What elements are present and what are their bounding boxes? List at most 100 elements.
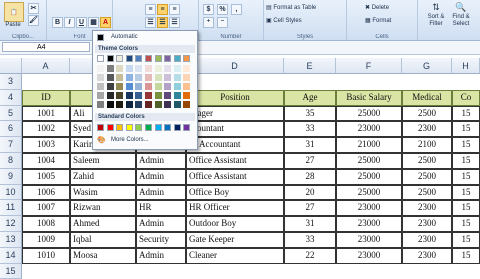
theme-shade-swatch[interactable] [173,65,181,72]
table-cell[interactable]: anager [186,105,284,122]
header-cell[interactable]: Age [284,89,336,106]
theme-shade-swatch[interactable] [154,101,162,108]
theme-shade-swatch[interactable] [164,65,172,72]
theme-color-swatch[interactable] [116,55,124,62]
table-cell[interactable]: 35 [284,105,336,122]
table-cell[interactable]: 33 [284,121,336,138]
column-header-A[interactable]: A [22,58,70,74]
standard-color-swatch[interactable] [164,124,172,131]
table-cell[interactable]: 2500 [402,105,452,122]
theme-color-swatch[interactable] [97,55,104,62]
row-header-10[interactable]: 10 [0,184,22,201]
theme-shade-swatch[interactable] [183,83,191,90]
table-cell[interactable]: 1004 [22,153,70,169]
table-cell[interactable]: Admin [136,153,186,169]
theme-shade-swatch[interactable] [106,65,114,72]
theme-shade-swatch[interactable] [173,92,181,99]
standard-color-swatch[interactable] [116,124,124,131]
table-cell[interactable]: ccountant [186,121,284,138]
align-left-icon[interactable]: ☰ [145,17,156,28]
find-select-label2[interactable]: Select [449,21,473,27]
theme-shade-swatch[interactable] [164,74,172,81]
table-cell[interactable]: 25000 [336,105,402,122]
italic-button[interactable]: I [64,17,75,28]
standard-color-swatch[interactable] [135,124,143,131]
align-top-icon[interactable]: ≡ [145,4,156,15]
table-cell[interactable]: 1002 [22,121,70,138]
table-cell[interactable]: 1005 [22,168,70,185]
standard-color-swatch[interactable] [97,124,104,131]
table-cell[interactable]: 1008 [22,216,70,232]
table-cell[interactable]: 31 [284,216,336,232]
table-cell[interactable]: Office Assistant [186,153,284,169]
theme-shade-swatch[interactable] [164,101,172,108]
table-cell[interactable]: 20 [284,184,336,201]
row-header-3[interactable]: 3 [0,74,22,90]
row-header-12[interactable]: 12 [0,216,22,232]
table-cell[interactable]: 23000 [336,232,402,248]
align-bottom-icon[interactable]: ≡ [169,4,180,15]
theme-shade-swatch[interactable] [97,74,104,81]
theme-shade-swatch[interactable] [135,74,143,81]
table-cell[interactable]: Ahmed [70,216,136,232]
theme-shade-swatch[interactable] [145,101,152,108]
table-cell[interactable]: 23000 [336,121,402,138]
select-all-corner[interactable] [0,58,22,74]
theme-shade-swatch[interactable] [154,74,162,81]
theme-shade-swatch[interactable] [145,92,152,99]
theme-shade-swatch[interactable] [116,83,124,90]
theme-shade-swatch[interactable] [125,65,133,72]
table-cell[interactable]: 15 [452,247,480,264]
theme-shade-swatch[interactable] [145,83,152,90]
header-cell[interactable]: Basic Salary [336,89,402,106]
decrease-decimal-icon[interactable]: ⁻ [217,17,228,28]
align-right-icon[interactable]: ☰ [169,17,180,28]
table-cell[interactable]: 31 [284,137,336,153]
currency-button[interactable]: $ [203,4,214,15]
row-header-7[interactable]: 7 [0,137,22,153]
row-header-11[interactable]: 11 [0,200,22,217]
theme-color-swatch[interactable] [164,55,172,62]
table-cell[interactable]: Iqbal [70,232,136,248]
theme-shade-swatch[interactable] [97,83,104,90]
align-middle-icon[interactable]: ≡ [157,4,168,15]
theme-shade-swatch[interactable] [183,65,191,72]
table-cell[interactable]: 1007 [22,200,70,217]
underline-button[interactable]: U [76,17,87,28]
table-cell[interactable]: Gate Keeper [186,232,284,248]
table-cell[interactable]: 15 [452,232,480,248]
theme-shade-swatch[interactable] [125,101,133,108]
table-cell[interactable]: 2500 [402,184,452,201]
table-cell[interactable]: 2500 [402,168,452,185]
table-cell[interactable]: 2100 [402,137,452,153]
row-header-13[interactable]: 13 [0,232,22,248]
table-cell[interactable]: 15 [452,153,480,169]
table-cell[interactable]: 2500 [402,153,452,169]
theme-shade-swatch[interactable] [125,92,133,99]
theme-color-swatch[interactable] [183,55,191,62]
table-cell[interactable]: st. Accountant [186,137,284,153]
header-cell[interactable]: ID [22,89,70,106]
theme-shade-swatch[interactable] [145,65,152,72]
table-cell[interactable]: 25000 [336,153,402,169]
table-cell[interactable]: 22 [284,247,336,264]
column-header-E[interactable]: E [284,58,336,74]
format-button[interactable]: ▦ Format [365,17,391,25]
comma-button[interactable]: , [231,4,242,15]
row-header-8[interactable]: 8 [0,153,22,169]
header-cell[interactable]: Medical [402,89,452,106]
theme-shade-swatch[interactable] [173,74,181,81]
theme-shade-swatch[interactable] [135,83,143,90]
table-cell[interactable]: 2300 [402,121,452,138]
table-cell[interactable]: 15 [452,184,480,201]
theme-shade-swatch[interactable] [183,101,191,108]
delete-button[interactable]: ✖ Delete [365,4,389,12]
standard-color-swatch[interactable] [173,124,181,131]
format-painter-icon[interactable]: 🖌 [28,15,39,26]
table-cell[interactable]: 1010 [22,247,70,264]
table-cell[interactable]: 2300 [402,232,452,248]
table-cell[interactable]: Admin [136,168,186,185]
row-header-9[interactable]: 9 [0,168,22,185]
find-select-icon[interactable]: 🔍 [451,2,471,13]
paste-icon[interactable]: 📋 [4,2,24,22]
